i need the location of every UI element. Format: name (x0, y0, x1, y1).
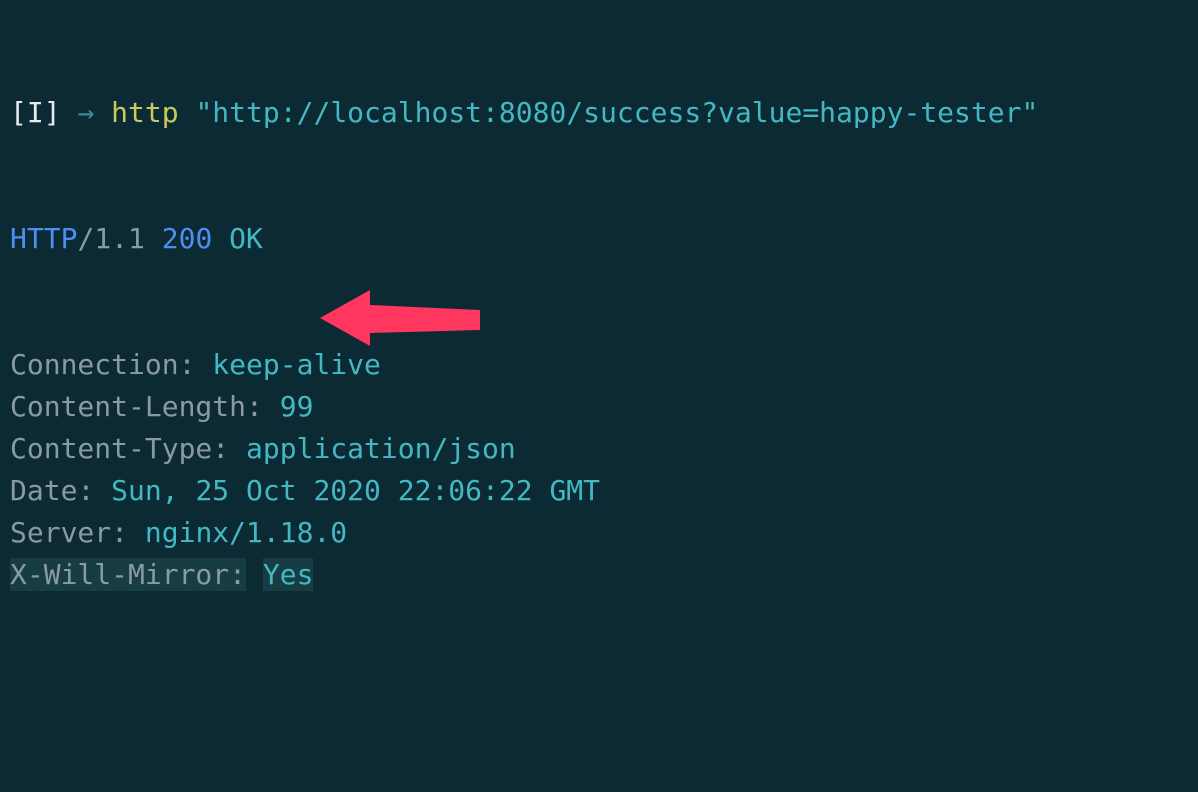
prompt-line: [I] → http "http://localhost:8080/succes… (10, 92, 1188, 134)
header-line: Date: Sun, 25 Oct 2020 22:06:22 GMT (10, 470, 1188, 512)
headers-block: Connection: keep-aliveContent-Length: 99… (10, 344, 1188, 596)
header-value: application/json (246, 432, 516, 465)
status-version: /1.1 (77, 222, 144, 255)
prompt-arrow-glyph: → (77, 96, 94, 129)
header-value: 99 (280, 390, 314, 423)
header-value: Sun, 25 Oct 2020 22:06:22 GMT (111, 474, 600, 507)
command-name: http (111, 96, 178, 129)
header-name: Content-Type (10, 432, 212, 465)
status-text: OK (229, 222, 263, 255)
header-line: Content-Type: application/json (10, 428, 1188, 470)
header-line: Server: nginx/1.18.0 (10, 512, 1188, 554)
status-line: HTTP/1.1 200 OK (10, 218, 1188, 260)
header-name: Content-Length (10, 390, 246, 423)
terminal-output: [I] → http "http://localhost:8080/succes… (0, 0, 1198, 792)
header-name: X-Will-Mirror (10, 558, 229, 591)
header-value: Yes (263, 558, 314, 591)
status-code: 200 (162, 222, 213, 255)
header-line: X-Will-Mirror: Yes (10, 554, 1188, 596)
header-name: Date (10, 474, 77, 507)
prompt-mode: [I] (10, 96, 61, 129)
command-arg: "http://localhost:8080/success?value=hap… (195, 96, 1038, 129)
blank-line (10, 680, 1188, 722)
header-name: Connection (10, 348, 179, 381)
header-value: nginx/1.18.0 (145, 516, 347, 549)
header-name: Server (10, 516, 111, 549)
header-line: Connection: keep-alive (10, 344, 1188, 386)
header-value: keep-alive (212, 348, 381, 381)
header-line: Content-Length: 99 (10, 386, 1188, 428)
status-proto: HTTP (10, 222, 77, 255)
